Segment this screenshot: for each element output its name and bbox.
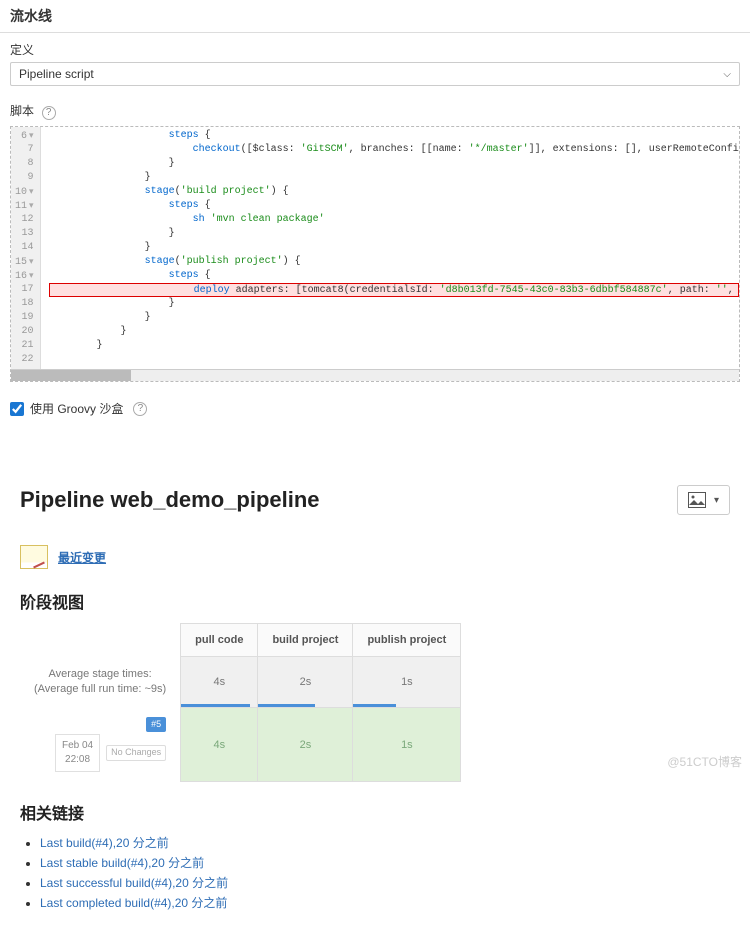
definition-label: 定义 <box>10 41 740 58</box>
run-time: 22:08 <box>62 753 93 767</box>
image-icon <box>688 492 706 508</box>
pipeline-section-title: 流水线 <box>0 0 750 33</box>
definition-select[interactable]: Pipeline script ⌵ <box>10 62 740 86</box>
avg-label-2: (Average full run time: ~9s) <box>34 682 166 697</box>
stage-view-title: 阶段视图 <box>20 589 730 613</box>
run-time-1[interactable]: 2s <box>258 707 353 782</box>
avg-time-0: 4s <box>181 657 258 708</box>
recent-changes-link[interactable]: 最近变更 <box>58 549 106 566</box>
permalinks-list: Last build(#4),20 分之前 Last stable build(… <box>40 834 730 911</box>
avg-label-1: Average stage times: <box>34 667 166 682</box>
stage-run-row[interactable]: #5 Feb 04 22:08 No Changes 4s 2s 1s <box>20 707 461 782</box>
stage-col-0: pull code <box>181 624 258 657</box>
run-date: Feb 04 <box>62 739 93 753</box>
no-changes-badge: No Changes <box>106 745 166 761</box>
stage-col-2: publish project <box>353 624 461 657</box>
script-editor[interactable]: 6▾78910▾11▾12131415▾16▾171819202122 step… <box>10 126 740 382</box>
page-title: Pipeline web_demo_pipeline <box>20 487 320 513</box>
stage-view-table: pull code build project publish project … <box>20 623 461 782</box>
sandbox-label: 使用 Groovy 沙盒 <box>30 400 123 417</box>
chevron-down-icon: ⌵ <box>723 69 731 80</box>
editor-gutter: 6▾78910▾11▾12131415▾16▾171819202122 <box>11 127 41 369</box>
sandbox-row: 使用 Groovy 沙盒 ? <box>0 392 750 425</box>
avg-time-2: 1s <box>353 657 461 708</box>
script-row: 脚本 ? <box>0 94 750 120</box>
run-time-0[interactable]: 4s <box>181 707 258 782</box>
permalinks-title: 相关链接 <box>20 800 730 824</box>
definition-value: Pipeline script <box>19 67 94 81</box>
definition-row: 定义 Pipeline script ⌵ <box>0 33 750 94</box>
build-badge[interactable]: #5 <box>146 717 166 732</box>
avg-time-1: 2s <box>258 657 353 708</box>
recent-changes-row: 最近变更 <box>20 545 730 569</box>
chevron-down-icon: ▾ <box>714 495 719 506</box>
pipeline-header: Pipeline web_demo_pipeline ▾ <box>0 485 750 515</box>
stage-header-row: pull code build project publish project <box>20 624 461 657</box>
editor-code-area[interactable]: steps { checkout([$class: 'GitSCM', bran… <box>41 127 739 369</box>
watermark: @51CTO博客 <box>667 753 742 770</box>
help-icon[interactable]: ? <box>42 106 56 120</box>
help-icon[interactable]: ? <box>133 402 147 416</box>
editor-scrollbar-x[interactable] <box>11 369 739 381</box>
stage-col-1: build project <box>258 624 353 657</box>
run-time-2[interactable]: 1s <box>353 707 461 782</box>
permalink-2[interactable]: Last successful build(#4),20 分之前 <box>40 876 228 890</box>
permalink-1[interactable]: Last stable build(#4),20 分之前 <box>40 856 204 870</box>
permalink-0[interactable]: Last build(#4),20 分之前 <box>40 836 169 850</box>
script-label: 脚本 <box>10 104 34 118</box>
permalink-3[interactable]: Last completed build(#4),20 分之前 <box>40 896 227 910</box>
edit-description-dropdown[interactable]: ▾ <box>677 485 730 515</box>
stage-avg-row: Average stage times: (Average full run t… <box>20 657 461 708</box>
sandbox-checkbox[interactable] <box>10 402 24 416</box>
scrollbar-thumb[interactable] <box>11 370 131 381</box>
notepad-icon <box>20 545 48 569</box>
